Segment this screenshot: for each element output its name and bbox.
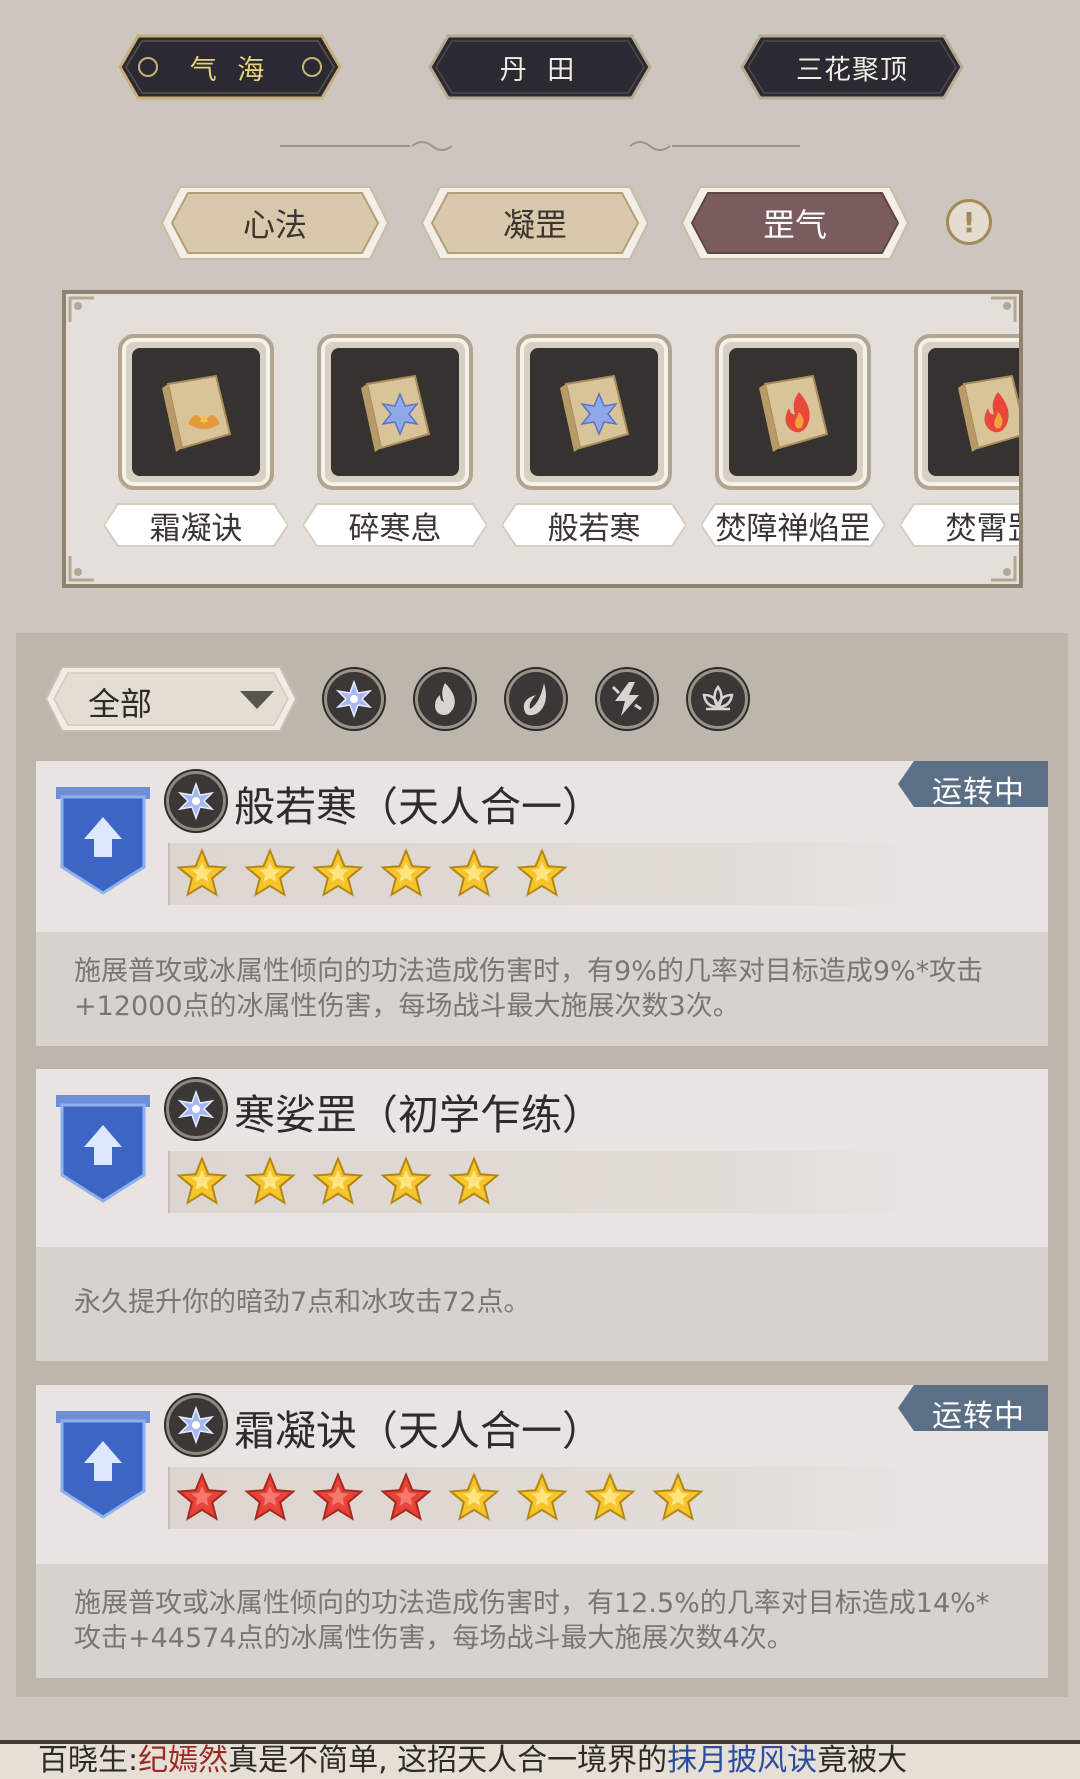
slot-label: 般若寒 bbox=[502, 502, 686, 548]
corner-ornament bbox=[68, 556, 94, 582]
corner-ornament bbox=[991, 556, 1017, 582]
ice-icon bbox=[177, 1405, 215, 1445]
tab-gangqi-label: 罡气 bbox=[762, 206, 827, 244]
tab-sanhua-label: 三花聚顶 bbox=[796, 54, 908, 86]
gold-star-icon bbox=[244, 848, 296, 897]
fire-icon bbox=[435, 683, 455, 715]
element-badge bbox=[166, 771, 226, 831]
skill-card[interactable]: 般若寒（天人合一） 运转中 施展普攻或冰属性倾向的功法造成伤害时，有9%的几率对… bbox=[36, 761, 1048, 1046]
divider-ornament bbox=[280, 141, 800, 151]
gold-star-icon bbox=[652, 1472, 704, 1521]
info-icon: ! bbox=[962, 205, 976, 239]
tab-qihai[interactable]: 气 海 bbox=[104, 32, 356, 102]
red-star-icon bbox=[380, 1472, 432, 1521]
gold-star-icon bbox=[516, 848, 568, 897]
thunder-icon bbox=[611, 682, 642, 716]
element-badge bbox=[166, 1395, 226, 1455]
skill-title: 霜凝诀（天人合一） bbox=[234, 1407, 603, 1455]
gold-star-icon bbox=[244, 1156, 296, 1205]
filter-poison[interactable] bbox=[506, 669, 566, 729]
ice-book-icon bbox=[361, 374, 431, 452]
skill-description: 施展普攻或冰属性倾向的功法造成伤害时，有9%的几率对目标造成9%*攻击+1200… bbox=[36, 932, 1048, 1046]
chat-text: 竟被大 bbox=[817, 1743, 908, 1778]
skill-list: 全部 般若寒（天人合一） 运转中 施展普攻或冰属性倾向的功法造成伤害时，有9%的… bbox=[16, 633, 1068, 1697]
slot-frame bbox=[914, 334, 1019, 490]
gold-star-icon bbox=[448, 1156, 500, 1205]
running-badge: 运转中 bbox=[898, 761, 1048, 810]
upgrade-badge-icon bbox=[56, 787, 150, 895]
slot-label: 焚霄罡 bbox=[900, 502, 1019, 548]
tab-qihai-label: 气 海 bbox=[189, 54, 271, 86]
running-badge: 运转中 bbox=[898, 1385, 1048, 1434]
skill-description: 施展普攻或冰属性倾向的功法造成伤害时，有12.5%的几率对目标造成14%*攻击+… bbox=[36, 1564, 1048, 1678]
filter-thunder[interactable] bbox=[597, 669, 657, 729]
upgrade-badge-icon bbox=[56, 1411, 150, 1519]
sub-tab-bar: 心法 凝罡 罡气 bbox=[0, 183, 1080, 263]
top-tab-bar: 气 海 丹 田 三花聚顶 bbox=[0, 32, 1080, 102]
filter-ice[interactable] bbox=[324, 669, 384, 729]
filter-fire[interactable] bbox=[415, 669, 475, 729]
chevron-down-icon bbox=[240, 691, 274, 709]
filter-selected: 全部 bbox=[88, 685, 153, 723]
element-badge bbox=[166, 1079, 226, 1139]
ice-book-icon bbox=[560, 374, 630, 452]
slot-frame bbox=[118, 334, 274, 490]
star-rating bbox=[168, 843, 948, 905]
tab-ninggang-label: 凝罡 bbox=[502, 206, 567, 244]
upgrade-badge-icon bbox=[56, 1095, 150, 1203]
tab-xinfa-label: 心法 bbox=[242, 206, 307, 244]
skill-title: 寒娑罡（初学乍练） bbox=[234, 1091, 603, 1139]
tab-gangqi[interactable]: 罡气 bbox=[678, 183, 912, 263]
info-button[interactable]: ! bbox=[946, 199, 992, 245]
chat-skill-link[interactable]: 抹月披风诀 bbox=[667, 1744, 817, 1778]
tab-ninggang[interactable]: 凝罡 bbox=[418, 183, 652, 263]
chat-sender: 百晓生: bbox=[38, 1743, 139, 1778]
ice-icon bbox=[335, 679, 373, 719]
fire-book-icon bbox=[759, 374, 829, 452]
corner-ornament bbox=[68, 296, 94, 322]
slot-label: 霜凝诀 bbox=[104, 502, 288, 548]
skill-card[interactable]: 霜凝诀（天人合一） 运转中 施展普攻或冰属性倾向的功法造成伤害时，有12.5%的… bbox=[36, 1385, 1048, 1678]
red-star-icon bbox=[312, 1472, 364, 1521]
slot-label: 碎寒息 bbox=[303, 502, 487, 548]
gold-star-icon bbox=[516, 1472, 568, 1521]
slot-frame bbox=[317, 334, 473, 490]
gold-star-icon bbox=[380, 848, 432, 897]
tab-dantian[interactable]: 丹 田 bbox=[414, 32, 666, 102]
equipped-panel: 霜凝诀 碎寒息 般若寒 焚障禅焰罡 焚霄 bbox=[62, 290, 1023, 588]
poison-icon bbox=[523, 683, 546, 716]
gold-star-icon bbox=[312, 848, 364, 897]
star-rating bbox=[168, 1151, 948, 1213]
filter-lotus[interactable] bbox=[688, 669, 748, 729]
lotus-icon bbox=[702, 684, 734, 711]
chat-ticker[interactable]: 百晓生:纪嫣然真是不简单, 这招天人合一境界的抹月披风诀竟被大 bbox=[0, 1740, 1080, 1779]
gold-star-icon bbox=[448, 848, 500, 897]
red-star-icon bbox=[244, 1472, 296, 1521]
tab-dantian-label: 丹 田 bbox=[499, 54, 581, 86]
tab-xinfa[interactable]: 心法 bbox=[158, 183, 392, 263]
skill-card[interactable]: 寒娑罡（初学乍练） 永久提升你的暗劲7点和冰攻击72点。 bbox=[36, 1069, 1048, 1361]
slot-frame bbox=[516, 334, 672, 490]
chat-text: 真是不简单, 这招天人合一境界的 bbox=[228, 1743, 668, 1778]
filter-dropdown[interactable]: 全部 bbox=[44, 665, 298, 733]
gold-star-icon bbox=[584, 1472, 636, 1521]
corner-ornament bbox=[991, 296, 1017, 322]
lotus-book-icon bbox=[162, 374, 232, 452]
ice-icon bbox=[177, 1089, 215, 1129]
gold-star-icon bbox=[312, 1156, 364, 1205]
ice-icon bbox=[177, 781, 215, 821]
slot-label: 焚障禅焰罡 bbox=[701, 502, 885, 548]
skill-title: 般若寒（天人合一） bbox=[234, 783, 603, 831]
gold-star-icon bbox=[176, 848, 228, 897]
slot-frame bbox=[715, 334, 871, 490]
gold-star-icon bbox=[380, 1156, 432, 1205]
fire-book-icon bbox=[958, 374, 1019, 452]
gold-star-icon bbox=[176, 1156, 228, 1205]
skill-description: 永久提升你的暗劲7点和冰攻击72点。 bbox=[36, 1247, 1048, 1361]
chat-player-name[interactable]: 纪嫣然 bbox=[138, 1744, 228, 1778]
red-star-icon bbox=[176, 1472, 228, 1521]
star-rating bbox=[168, 1467, 948, 1529]
gold-star-icon bbox=[448, 1472, 500, 1521]
tab-sanhua[interactable]: 三花聚顶 bbox=[726, 32, 978, 102]
